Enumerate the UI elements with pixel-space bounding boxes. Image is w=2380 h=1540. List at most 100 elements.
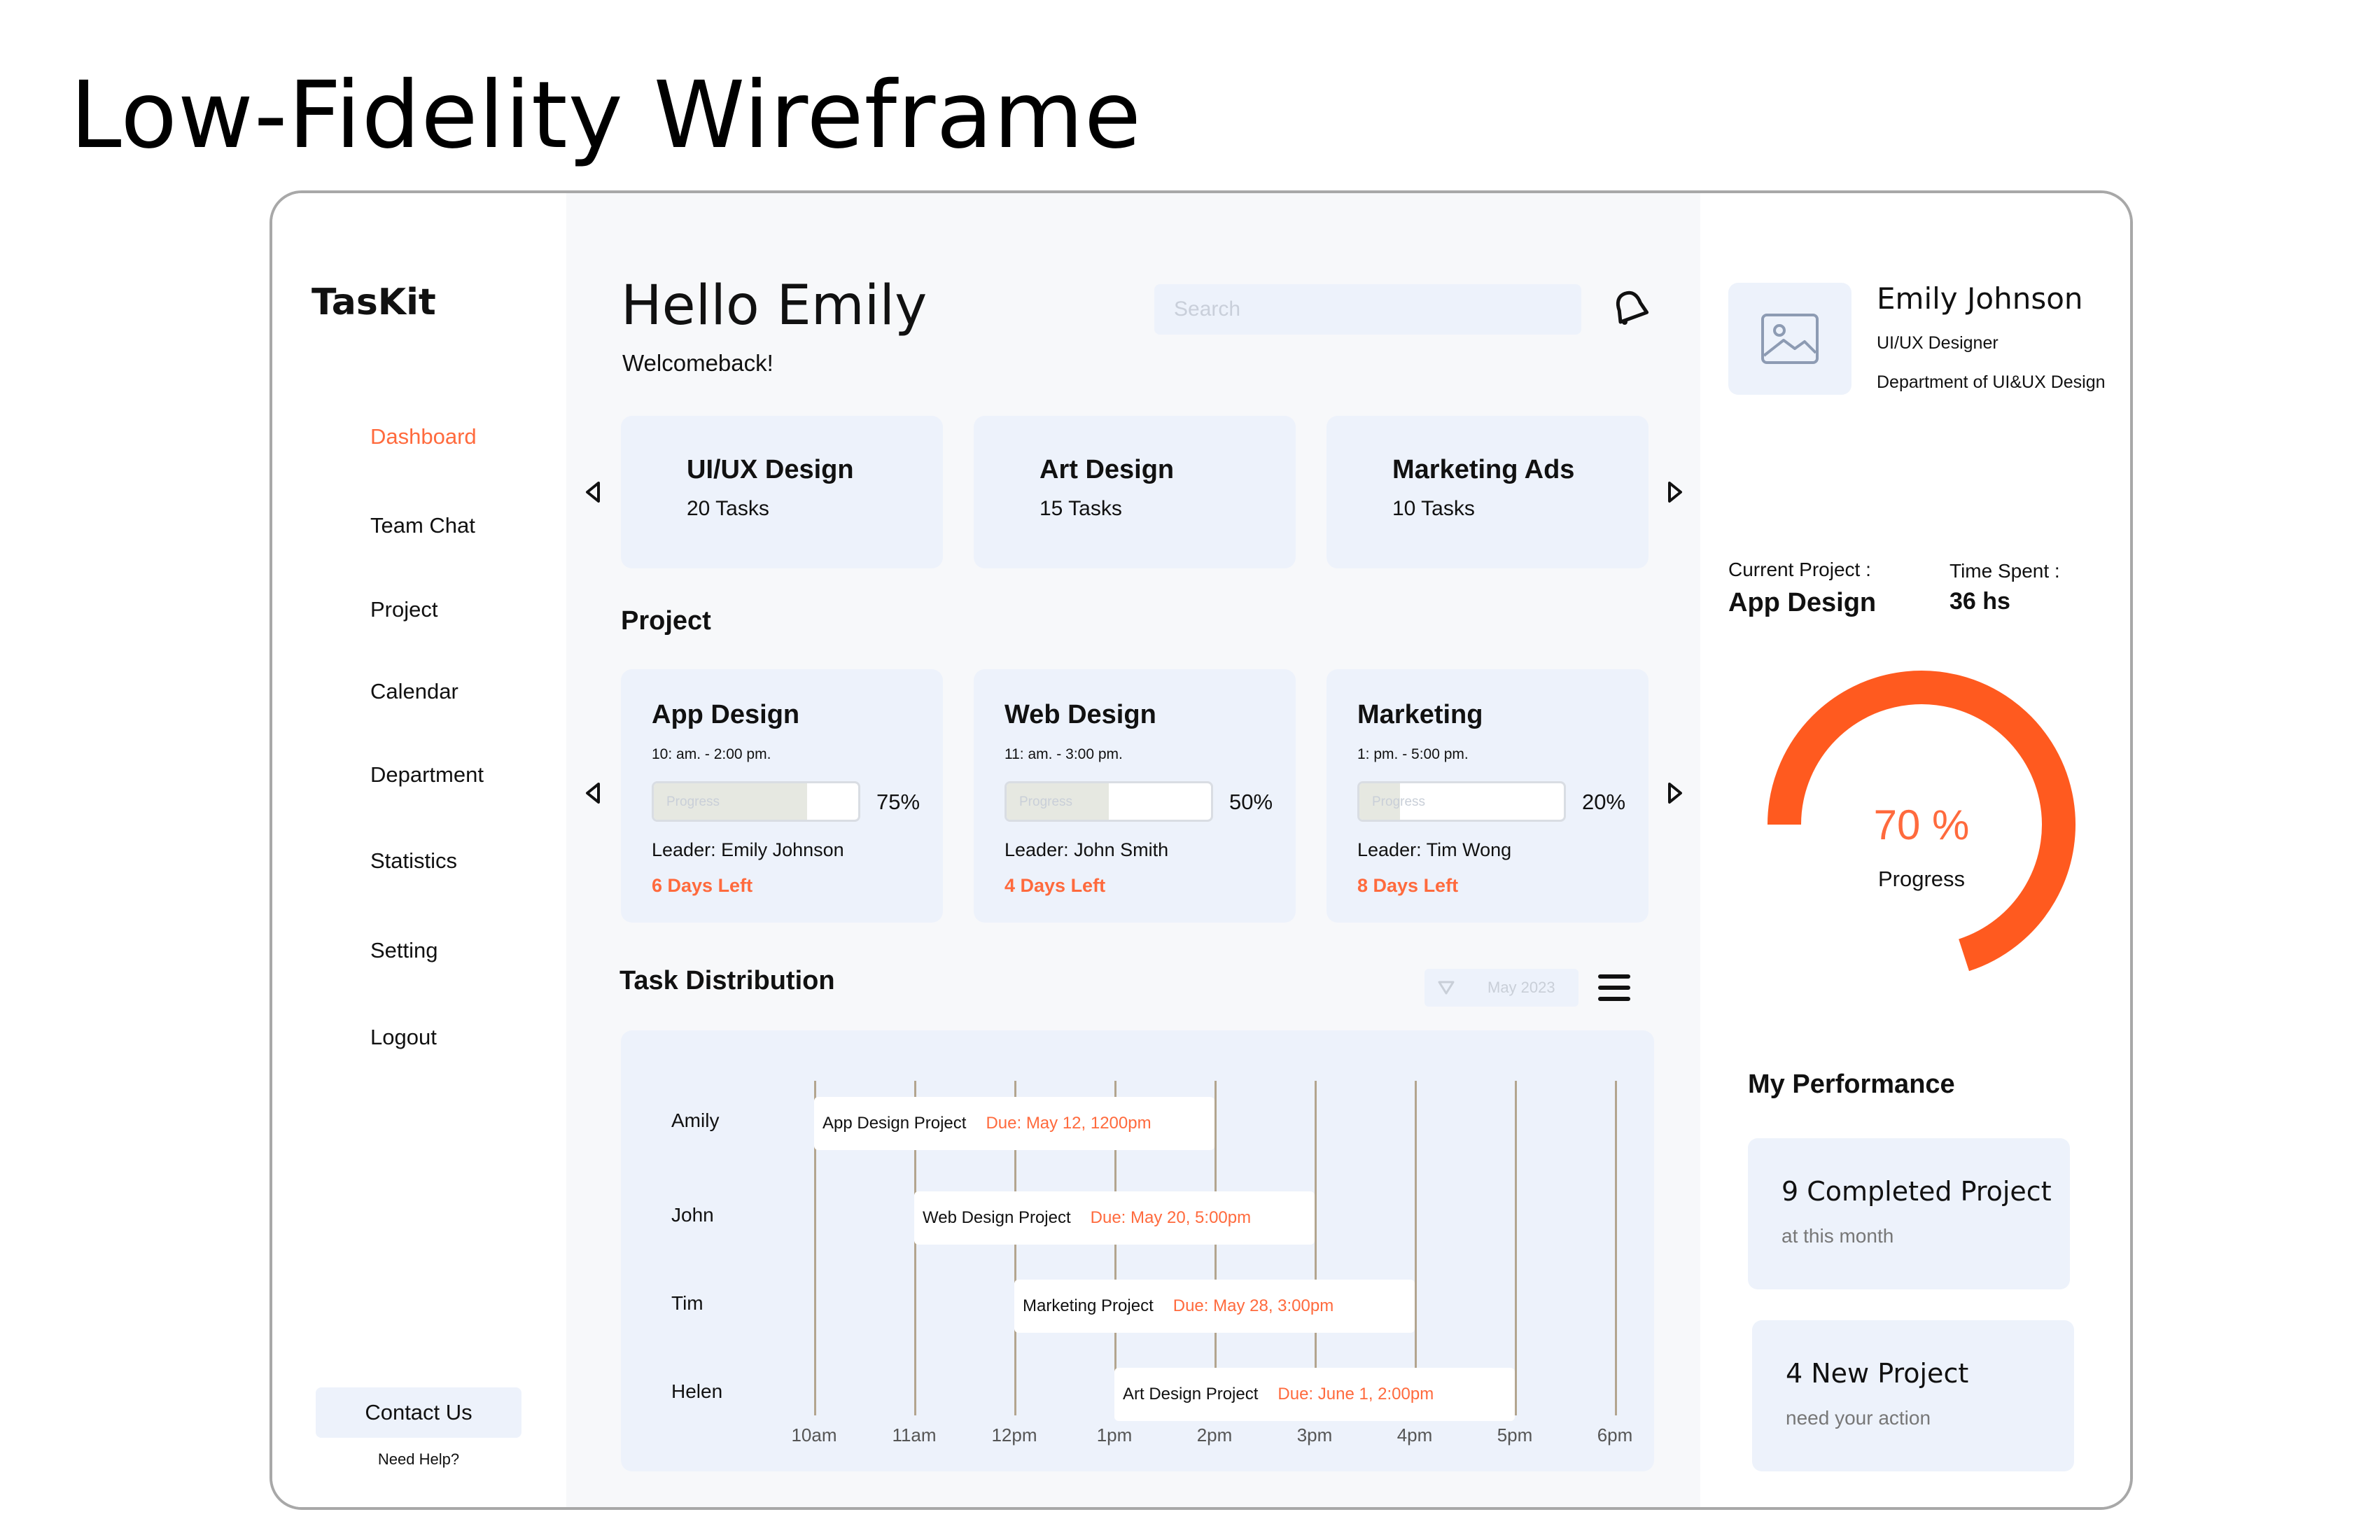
main-content: Hello Emily Welcomeback! Search UI/UX De… bbox=[566, 193, 1700, 1507]
timeline-person: Amily bbox=[671, 1110, 720, 1131]
timeline-task-bar[interactable]: Art Design Project Due: June 1, 2:00pm bbox=[1114, 1368, 1515, 1421]
chevron-down-icon bbox=[1438, 981, 1455, 995]
performance-main: 4 New Project bbox=[1786, 1358, 1969, 1389]
category-title: UI/UX Design bbox=[687, 455, 854, 484]
task-due: Due: May 12, 1200pm bbox=[986, 1114, 1152, 1133]
progress-bar: Progress bbox=[652, 781, 860, 822]
time-spent-value: 36 hs bbox=[1949, 588, 2010, 615]
category-card[interactable]: UI/UX Design 20 Tasks bbox=[621, 416, 943, 568]
sidebar-item-statistics[interactable]: Statistics bbox=[370, 848, 457, 874]
project-card[interactable]: App Design 10: am. - 2:00 pm. Progress 7… bbox=[621, 669, 943, 923]
category-card[interactable]: Art Design 15 Tasks bbox=[974, 416, 1296, 568]
task-distribution-title: Task Distribution bbox=[620, 966, 835, 995]
timeline-tick-label: 5pm bbox=[1497, 1424, 1533, 1446]
project-leader: Leader: Tim Wong bbox=[1357, 839, 1512, 860]
project-next-arrow[interactable] bbox=[1665, 781, 1685, 805]
days-left: 6 Days Left bbox=[652, 875, 753, 896]
progress-bar: Progress bbox=[1004, 781, 1213, 822]
progress-bar-label: Progress bbox=[666, 794, 720, 809]
performance-sub: need your action bbox=[1786, 1407, 1931, 1429]
performance-card[interactable]: 9 Completed Project at this month bbox=[1748, 1138, 2070, 1289]
progress-ring-percent: 70 % bbox=[1873, 802, 1970, 848]
task-name: App Design Project bbox=[822, 1114, 967, 1133]
carousel-next-arrow[interactable] bbox=[1665, 480, 1685, 504]
task-timeline: 10am 11am 12pm 1pm 2pm 3pm 4pm 5pm 6pm Amily John T… bbox=[621, 1030, 1654, 1471]
sidebar-item-setting[interactable]: Setting bbox=[370, 938, 438, 963]
project-time: 10: am. - 2:00 pm. bbox=[652, 746, 771, 762]
app-logo: TasKit bbox=[312, 281, 436, 323]
project-name: Web Design bbox=[1004, 700, 1156, 729]
sidebar-item-team-chat[interactable]: Team Chat bbox=[370, 513, 475, 538]
project-name: Marketing bbox=[1357, 700, 1483, 729]
timeline-gridline bbox=[1415, 1081, 1417, 1415]
timeline-gridline bbox=[1515, 1081, 1517, 1415]
project-time: 1: pm. - 5:00 pm. bbox=[1357, 746, 1469, 762]
task-due: Due: May 28, 3:00pm bbox=[1172, 1296, 1334, 1315]
menu-icon[interactable] bbox=[1598, 974, 1630, 1002]
timeline-gridline bbox=[1214, 1081, 1217, 1415]
project-name: App Design bbox=[652, 700, 800, 729]
project-card[interactable]: Marketing 1: pm. - 5:00 pm. Progress 20%… bbox=[1326, 669, 1648, 923]
task-due: Due: June 1, 2:00pm bbox=[1278, 1385, 1434, 1404]
sidebar-item-dashboard[interactable]: Dashboard bbox=[370, 424, 477, 449]
user-department: Department of UI&UX Design bbox=[1877, 372, 2106, 392]
timeline-gridline bbox=[1315, 1081, 1317, 1415]
user-role: UI/UX Designer bbox=[1877, 333, 1998, 353]
category-task-count: 20 Tasks bbox=[687, 497, 769, 520]
sidebar-item-logout[interactable]: Logout bbox=[370, 1025, 437, 1050]
bell-icon[interactable] bbox=[1609, 287, 1651, 329]
category-task-count: 15 Tasks bbox=[1040, 497, 1122, 520]
greeting: Hello Emily bbox=[621, 274, 927, 337]
task-due: Due: May 20, 5:00pm bbox=[1090, 1208, 1252, 1227]
search-input[interactable]: Search bbox=[1154, 284, 1581, 335]
timeline-tick-label: 4pm bbox=[1396, 1424, 1433, 1446]
sidebar-item-project[interactable]: Project bbox=[370, 597, 438, 622]
avatar[interactable] bbox=[1728, 283, 1851, 395]
days-left: 8 Days Left bbox=[1357, 875, 1459, 896]
sidebar-item-department[interactable]: Department bbox=[370, 762, 484, 788]
category-card[interactable]: Marketing Ads 10 Tasks bbox=[1326, 416, 1648, 568]
task-name: Art Design Project bbox=[1123, 1385, 1259, 1404]
contact-us-button[interactable]: Contact Us bbox=[316, 1387, 522, 1438]
performance-main: 9 Completed Project bbox=[1782, 1176, 2052, 1207]
timeline-person: Tim bbox=[671, 1292, 704, 1314]
timeline-tick-label: 2pm bbox=[1196, 1424, 1233, 1446]
progress-ring: 70 % Progress bbox=[1760, 664, 2082, 986]
timeline-task-bar[interactable]: App Design Project Due: May 12, 1200pm bbox=[814, 1097, 1214, 1150]
task-name: Marketing Project bbox=[1023, 1296, 1154, 1315]
month-selector[interactable]: May 2023 bbox=[1424, 969, 1578, 1007]
timeline-tick-label: 1pm bbox=[1096, 1424, 1133, 1446]
current-project-value: App Design bbox=[1728, 588, 1877, 617]
profile-panel: Emily Johnson UI/UX Designer Department … bbox=[1700, 193, 2130, 1507]
timeline-tick-label: 6pm bbox=[1597, 1424, 1633, 1446]
category-task-count: 10 Tasks bbox=[1392, 497, 1475, 520]
project-card[interactable]: Web Design 11: am. - 3:00 pm. Progress 5… bbox=[974, 669, 1296, 923]
timeline-task-bar[interactable]: Marketing Project Due: May 28, 3:00pm bbox=[1014, 1280, 1415, 1333]
timeline-tick-label: 12pm bbox=[991, 1424, 1037, 1446]
timeline-tick-label: 10am bbox=[791, 1424, 837, 1446]
timeline-tick-label: 11am bbox=[892, 1424, 937, 1446]
performance-sub: at this month bbox=[1782, 1225, 1894, 1247]
category-title: Art Design bbox=[1040, 455, 1175, 484]
project-leader: Leader: Emily Johnson bbox=[652, 839, 844, 860]
category-title: Marketing Ads bbox=[1392, 455, 1575, 484]
time-spent-label: Time Spent : bbox=[1949, 560, 2060, 582]
progress-bar-label: Progress bbox=[1372, 794, 1426, 809]
need-help-text: Need Help? bbox=[377, 1450, 460, 1468]
project-prev-arrow[interactable] bbox=[583, 781, 603, 805]
timeline-person: Helen bbox=[671, 1380, 723, 1402]
progress-bar: Progress bbox=[1357, 781, 1566, 822]
performance-card[interactable]: 4 New Project need your action bbox=[1752, 1320, 2074, 1471]
progress-percent: 50% bbox=[1229, 790, 1273, 814]
sidebar-item-calendar[interactable]: Calendar bbox=[370, 679, 458, 704]
sidebar: TasKit Dashboard Team Chat Project Calen… bbox=[272, 193, 566, 1507]
progress-bar-label: Progress bbox=[1019, 794, 1073, 809]
image-placeholder-icon bbox=[1761, 314, 1819, 364]
task-name: Web Design Project bbox=[923, 1208, 1071, 1227]
month-label: May 2023 bbox=[1488, 979, 1555, 996]
timeline-tick-label: 3pm bbox=[1296, 1424, 1333, 1446]
carousel-prev-arrow[interactable] bbox=[583, 480, 603, 504]
timeline-task-bar[interactable]: Web Design Project Due: May 20, 5:00pm bbox=[914, 1191, 1315, 1245]
timeline-person: John bbox=[671, 1204, 714, 1226]
current-project-label: Current Project : bbox=[1728, 559, 1871, 580]
